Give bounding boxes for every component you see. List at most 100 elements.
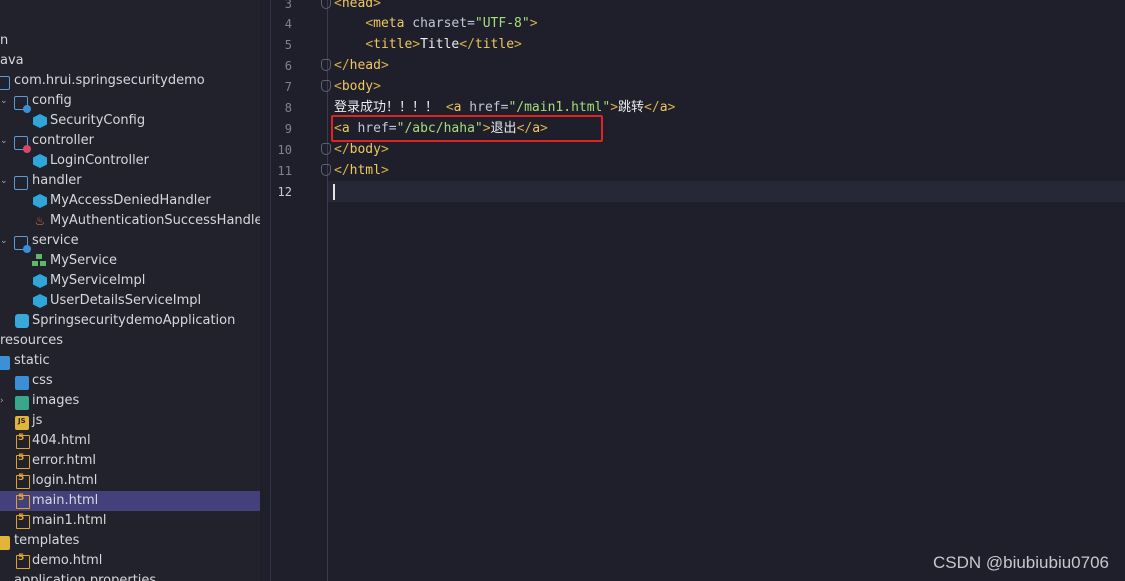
tree-item-login-controller[interactable]: LoginController <box>0 151 260 171</box>
tree-item-config[interactable]: ⌄ config <box>0 91 260 113</box>
package-folder-icon <box>0 76 10 90</box>
tree-item-label: LoginController <box>50 153 150 168</box>
service-folder-icon <box>14 236 31 253</box>
tree-item-my-service[interactable]: MyService <box>0 251 260 271</box>
line-number: 7 <box>284 80 292 94</box>
interface-icon <box>32 254 46 268</box>
tree-item-css[interactable]: css <box>0 371 260 391</box>
tree-item-label: js <box>32 413 43 428</box>
line-number: 10 <box>277 143 292 157</box>
html-icon <box>16 513 30 529</box>
class-icon <box>33 154 47 168</box>
tree-item-label: MyService <box>50 253 117 268</box>
tree-item-java[interactable]: ava <box>0 51 260 71</box>
chevron-down-icon[interactable]: ⌄ <box>0 95 8 107</box>
tree-item-label: config <box>32 93 72 108</box>
tree-item-error-html[interactable]: error.html <box>0 451 260 471</box>
tree-item-label: error.html <box>32 453 97 468</box>
tree-item-n[interactable]: n <box>0 31 260 51</box>
line-number: 6 <box>284 59 292 73</box>
tree-item-main-html[interactable]: main.html <box>0 491 260 511</box>
tree-item-label: handler <box>32 173 82 188</box>
tree-item-label: UserDetailsServiceImpl <box>50 293 202 308</box>
html-icon <box>16 453 30 469</box>
line-number: 11 <box>277 164 292 178</box>
tree-item-templates[interactable]: templates <box>0 531 260 551</box>
tree-item-security-config[interactable]: SecurityConfig <box>0 111 260 131</box>
tree-item-label: MyAuthenticationSuccessHandler.jav <box>50 213 260 228</box>
code-line-4: <meta charset="UTF-8"> <box>365 16 538 31</box>
tree-item-handler[interactable]: ⌄ handler <box>0 171 260 191</box>
code-line-8: 登录成功！！！！ <a href="/main1.html">跳转</a> <box>334 100 676 115</box>
tree-item-package[interactable]: com.hrui.springsecuritydemo <box>0 71 260 91</box>
text-caret <box>333 184 335 200</box>
controller-folder-icon <box>14 136 31 153</box>
css-folder-icon <box>15 376 29 390</box>
tree-item-label: templates <box>14 533 80 548</box>
tree-item-404-html[interactable]: 404.html <box>0 431 260 451</box>
class-icon <box>33 114 47 128</box>
chevron-down-icon[interactable]: ⌄ <box>0 135 8 147</box>
watermark: CSDN @biubiubiu0706 <box>932 553 1109 572</box>
code-line-7: <body> <box>334 79 381 94</box>
tree-item-label: resources <box>0 333 64 348</box>
line-number: 8 <box>284 101 292 115</box>
folder-icon <box>14 176 28 190</box>
tree-item-label: main1.html <box>32 513 107 528</box>
line-number: 9 <box>284 122 292 136</box>
tree-item-user-details-service-impl[interactable]: UserDetailsServiceImpl <box>0 291 260 311</box>
annotation-highlight-box <box>331 115 603 142</box>
code-line-10: </body> <box>334 142 389 157</box>
line-number: 3 <box>284 0 292 11</box>
line-number-current: 12 <box>277 185 292 199</box>
tree-item-images[interactable]: › images <box>0 391 260 411</box>
tree-item-label: service <box>32 233 79 248</box>
code-line-5: <title>Title</title> <box>365 37 522 52</box>
tree-item-label: n <box>0 33 9 48</box>
tree-item-label: MyServiceImpl <box>50 273 146 288</box>
tree-item-label: SecurityConfig <box>50 113 146 128</box>
tree-item-static[interactable]: static <box>0 351 260 371</box>
line-number: 4 <box>284 17 292 31</box>
tree-item-application-class[interactable]: SpringsecuritydemoApplication <box>0 311 260 331</box>
tree-item-my-service-impl[interactable]: MyServiceImpl <box>0 271 260 291</box>
chevron-right-icon[interactable]: › <box>0 395 8 407</box>
tree-item-label: controller <box>32 133 95 148</box>
tree-item-resources[interactable]: resources <box>0 331 260 351</box>
html-icon <box>16 493 30 509</box>
images-folder-icon <box>15 396 29 410</box>
tree-item-label: login.html <box>32 473 98 488</box>
tree-item-controller[interactable]: ⌄ controller <box>0 131 260 153</box>
js-folder-icon <box>15 416 29 430</box>
tree-item-label: demo.html <box>32 553 103 568</box>
code-line-6: </head> <box>334 58 389 73</box>
tree-item-label: static <box>14 353 50 368</box>
tree-item-access-denied-handler[interactable]: MyAccessDeniedHandler <box>0 191 260 211</box>
html-icon <box>16 553 30 569</box>
html-icon <box>16 433 30 449</box>
java-file-icon: ♨ <box>34 214 46 228</box>
tree-item-demo-html[interactable]: demo.html <box>0 551 260 571</box>
project-tree: n ava com.hrui.springsecuritydemo ⌄ conf… <box>0 0 260 581</box>
tree-item-auth-success-handler[interactable]: ♨ MyAuthenticationSuccessHandler.jav <box>0 211 260 231</box>
class-icon <box>33 194 47 208</box>
chevron-down-icon[interactable]: ⌄ <box>0 235 8 247</box>
tree-item-login-html[interactable]: login.html <box>0 471 260 491</box>
html-icon <box>16 473 30 489</box>
tree-item-label: css <box>32 373 53 388</box>
tree-item-js[interactable]: js <box>0 411 260 431</box>
templates-folder-icon <box>0 536 10 550</box>
tree-item-label: ava <box>0 53 24 68</box>
spring-app-icon <box>15 314 29 328</box>
code-line-3: <head> <box>334 0 381 11</box>
chevron-down-icon[interactable]: ⌄ <box>0 175 8 187</box>
tree-item-label: com.hrui.springsecuritydemo <box>14 73 205 88</box>
tree-item-label: main.html <box>32 493 99 508</box>
line-number: 5 <box>284 38 292 52</box>
tree-item-label: MyAccessDeniedHandler <box>50 193 211 208</box>
tree-item-service[interactable]: ⌄ service <box>0 231 260 253</box>
code-editor[interactable] <box>328 0 1125 581</box>
code-line-11: </html> <box>334 163 389 178</box>
tree-item-application-properties[interactable]: ⁄ application.properties <box>0 571 260 581</box>
tree-item-main1-html[interactable]: main1.html <box>0 511 260 531</box>
